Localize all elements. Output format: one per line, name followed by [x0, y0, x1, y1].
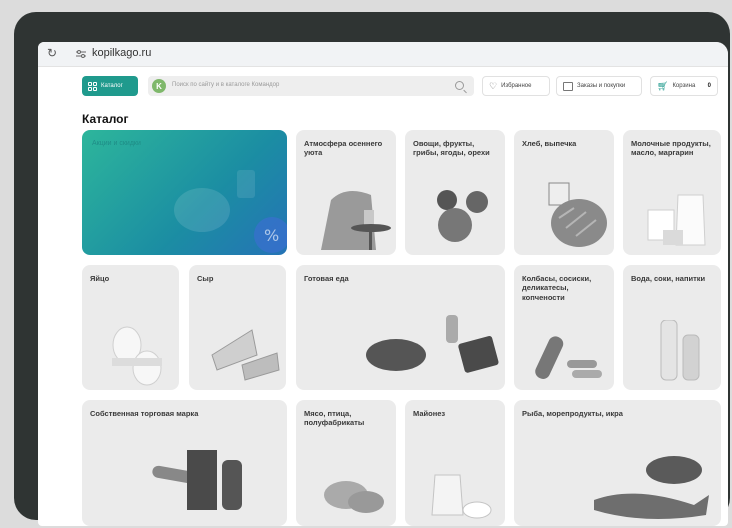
orders-label: Заказы и покупки	[577, 83, 626, 89]
tile-label: Яйцо	[90, 274, 110, 283]
tile-promotions[interactable]: Акции и скидки %	[82, 130, 287, 255]
own-brand-icon	[152, 450, 242, 510]
tile-label: Колбасы, сосиски, деликатесы, копчености	[522, 274, 592, 302]
reload-icon[interactable]: ↻	[47, 46, 57, 60]
tile-label: Акции и скидки	[92, 140, 141, 147]
url-text[interactable]: kopilkago.ru	[92, 47, 151, 59]
favorites-button[interactable]: ♡ Избранное	[482, 76, 550, 96]
cart-count: 0	[707, 83, 711, 89]
meat-icon	[324, 481, 384, 513]
site-settings-icon[interactable]	[76, 49, 86, 59]
favorites-label: Избранное	[501, 83, 532, 89]
eggs-icon	[112, 326, 162, 386]
tile-label: Сыр	[197, 274, 214, 283]
tile-vegetables-fruits[interactable]: Овощи, фрукты, грибы, ягоды, орехи	[405, 130, 505, 255]
browser-address-bar: ↻ kopilkago.ru	[38, 42, 728, 67]
tile-fish-seafood[interactable]: Рыба, морепродукты, икра	[514, 400, 721, 526]
sausages-icon	[535, 336, 602, 379]
svg-text:%: %	[264, 226, 279, 245]
page-title: Каталог	[82, 112, 129, 126]
tile-own-brand[interactable]: Собственная торговая марка	[82, 400, 287, 526]
search-icon[interactable]	[455, 81, 464, 90]
seafood-icon	[594, 456, 709, 519]
tile-label: Рыба, морепродукты, икра	[522, 409, 623, 418]
cart-icon: 🛒︎	[657, 80, 669, 91]
tile-label: Вода, соки, напитки	[631, 274, 706, 283]
tile-label: Собственная торговая марка	[90, 409, 199, 418]
tile-label: Молочные продукты, масло, маргарин	[631, 139, 711, 158]
blanket-icon	[321, 191, 391, 250]
drinks-icon	[660, 320, 700, 381]
catalog-button-label: Каталог	[101, 83, 123, 89]
catalog-button[interactable]: Каталог	[82, 76, 138, 96]
tablet-frame: ↻ kopilkago.ru Каталог K Поиск по сайту …	[14, 12, 730, 526]
mayonnaise-icon	[431, 474, 492, 519]
tile-sausages[interactable]: Колбасы, сосиски, деликатесы, копчености	[514, 265, 614, 390]
grid-icon	[88, 81, 97, 91]
search-bar[interactable]: K Поиск по сайту и в каталоге Командор	[148, 76, 474, 96]
tile-label: Готовая еда	[304, 274, 349, 283]
tile-bread[interactable]: Хлеб, выпечка	[514, 130, 614, 255]
bread-icon	[548, 182, 607, 247]
orders-icon	[563, 81, 573, 91]
tile-drinks[interactable]: Вода, соки, напитки	[623, 265, 721, 390]
heart-icon: ♡	[489, 80, 498, 91]
orders-button[interactable]: Заказы и покупки	[556, 76, 642, 96]
tile-label: Хлеб, выпечка	[522, 139, 577, 148]
tile-label: Овощи, фрукты, грибы, ягоды, орехи	[413, 139, 490, 158]
cart-label: Корзина	[672, 83, 696, 89]
tile-dairy[interactable]: Молочные продукты, масло, маргарин	[623, 130, 721, 255]
tile-ready-meals[interactable]: Готовая еда	[296, 265, 505, 390]
cart-button[interactable]: 🛒︎ Корзина 0	[650, 76, 718, 96]
search-input[interactable]: Поиск по сайту и в каталоге Командор	[172, 82, 279, 88]
tile-label: Мясо, птица, полуфабрикаты	[304, 409, 365, 428]
cheese-icon	[211, 329, 280, 381]
site-header: Каталог K Поиск по сайту и в каталоге Ко…	[38, 66, 728, 102]
tile-autumn-coziness[interactable]: Атмосфера осеннего уюта	[296, 130, 396, 255]
tile-cheese[interactable]: Сыр	[189, 265, 286, 390]
tile-mayonnaise[interactable]: Майонез	[405, 400, 505, 526]
promo-products-icon: %	[174, 170, 287, 253]
store-logo-icon: K	[152, 79, 166, 93]
dairy-icon	[647, 194, 706, 246]
tile-eggs[interactable]: Яйцо	[82, 265, 179, 390]
tile-meat[interactable]: Мясо, птица, полуфабрикаты	[296, 400, 396, 526]
ready-meals-icon	[366, 315, 499, 373]
vegetables-icon	[437, 190, 488, 242]
browser-screen: ↻ kopilkago.ru Каталог K Поиск по сайту …	[38, 42, 728, 526]
tile-label: Атмосфера осеннего уюта	[304, 139, 383, 158]
tile-label: Майонез	[413, 409, 446, 418]
